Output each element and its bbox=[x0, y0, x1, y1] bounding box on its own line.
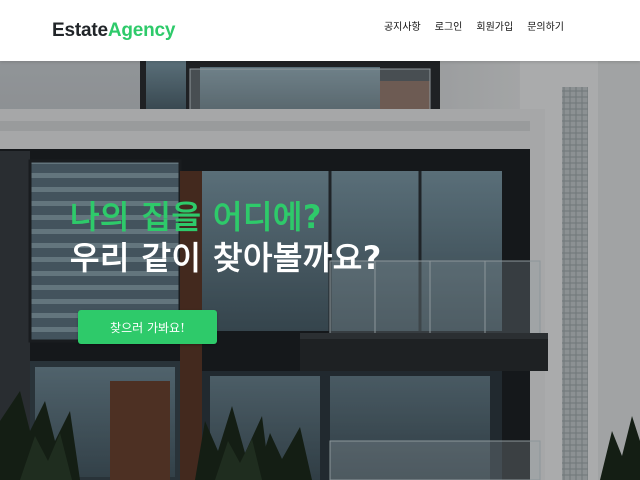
logo-text-agency: Agency bbox=[107, 20, 176, 41]
hero-title-line-2: 우리 같이 찾아볼까요? bbox=[70, 239, 382, 277]
brand-logo[interactable]: EstateAgency bbox=[52, 20, 175, 42]
hero-title-line-1: 나의 집을 어디에? bbox=[70, 198, 322, 236]
top-navbar: EstateAgency 공지사항 로그인 회원가입 문의하기 bbox=[0, 0, 640, 61]
nav-link-notice[interactable]: 공지사항 bbox=[384, 21, 421, 35]
hero-section: 나의 집을 어디에? 우리 같이 찾아볼까요? 찾으러 가봐요! bbox=[0, 61, 640, 480]
find-home-button[interactable]: 찾으러 가봐요! bbox=[78, 310, 217, 344]
logo-text-estate: Estate bbox=[52, 20, 108, 41]
hero-title: 나의 집을 어디에? 우리 같이 찾아볼까요? bbox=[70, 197, 382, 279]
nav-link-login[interactable]: 로그인 bbox=[435, 21, 463, 35]
nav-link-contact[interactable]: 문의하기 bbox=[527, 21, 564, 35]
page: EstateAgency 공지사항 로그인 회원가입 문의하기 나의 집을 어디… bbox=[0, 0, 640, 480]
main-nav: 공지사항 로그인 회원가입 문의하기 bbox=[384, 21, 564, 35]
nav-link-signup[interactable]: 회원가입 bbox=[476, 21, 513, 35]
